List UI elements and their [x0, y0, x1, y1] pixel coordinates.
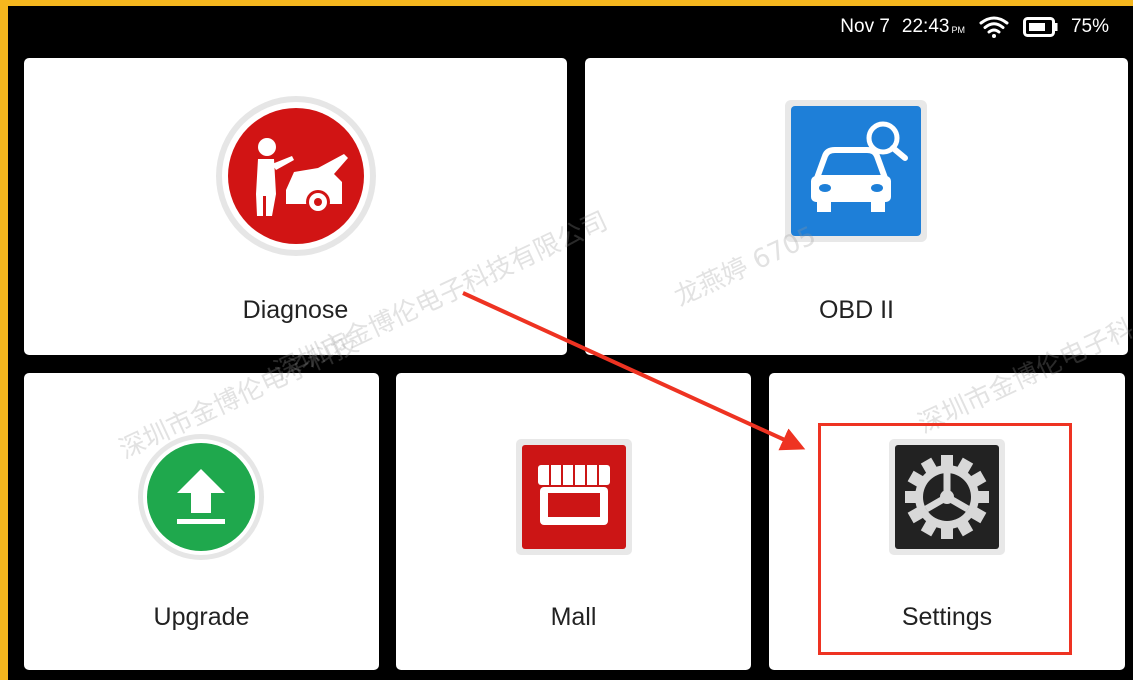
car-search-icon — [783, 98, 929, 249]
diagnose-label: Diagnose — [242, 296, 349, 324]
upgrade-label: Upgrade — [153, 603, 250, 631]
mall-tile[interactable]: Mall — [396, 373, 751, 670]
status-ampm: PM — [951, 25, 965, 35]
obd2-tile[interactable]: OBD II — [585, 58, 1128, 355]
upload-icon — [137, 433, 265, 566]
status-date: Nov 7 — [840, 16, 890, 37]
battery-icon — [1022, 17, 1058, 37]
settings-highlight-box — [818, 423, 1072, 655]
mall-label: Mall — [550, 603, 597, 631]
device-screen: Nov 7 22:43 PM 75% Diagnose OBD II Upgra… — [8, 6, 1133, 680]
battery-percent: 75% — [1070, 16, 1109, 37]
status-bar: Nov 7 22:43 PM 75% — [840, 13, 1109, 41]
wifi-icon — [979, 16, 1009, 38]
status-time: 22:43 — [901, 16, 950, 37]
obd2-label: OBD II — [818, 296, 894, 324]
upgrade-tile[interactable]: Upgrade — [24, 373, 379, 670]
mechanic-car-icon — [214, 94, 378, 263]
storefront-icon — [514, 437, 634, 562]
diagnose-tile[interactable]: Diagnose — [24, 58, 567, 355]
